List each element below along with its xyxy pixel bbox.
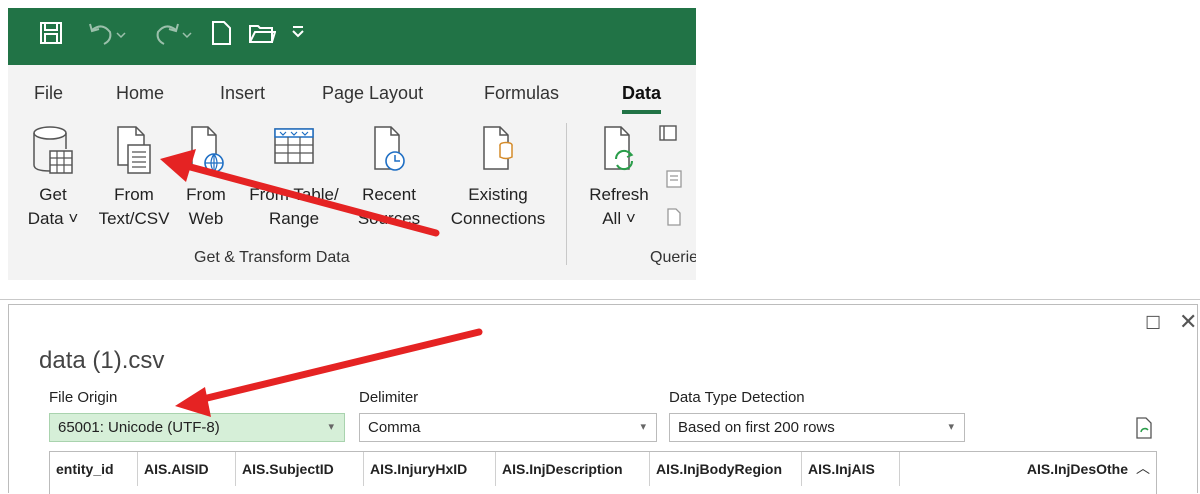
- maximize-icon[interactable]: ☐: [1145, 313, 1161, 334]
- column-header[interactable]: AIS.InjDescription: [496, 452, 650, 486]
- close-icon[interactable]: ✕: [1179, 309, 1197, 335]
- column-header[interactable]: AIS.InjAIS: [802, 452, 900, 486]
- csv-import-dialog: ☐ ✕ data (1).csv File Origin 65001: Unic…: [8, 304, 1198, 494]
- column-header[interactable]: AIS.InjDesOthe: [900, 452, 1132, 486]
- column-header[interactable]: entity_id: [50, 452, 138, 486]
- sheet-gridline: [0, 299, 1200, 300]
- data-type-detection-value: Based on first 200 rows: [678, 419, 835, 436]
- column-header[interactable]: AIS.InjBodyRegion: [650, 452, 802, 486]
- preview-table: entity_id AIS.AISID AIS.SubjectID AIS.In…: [49, 451, 1157, 494]
- data-type-detection-label: Data Type Detection: [669, 389, 805, 406]
- column-header[interactable]: AIS.SubjectID: [236, 452, 364, 486]
- red-arrow-annotation: [175, 328, 483, 417]
- red-arrow-annotation: [160, 149, 440, 237]
- column-header[interactable]: AIS.AISID: [138, 452, 236, 486]
- chevron-down-icon: ▾: [640, 421, 646, 433]
- excel-window: File Home Insert Page Layout Formulas Da…: [8, 8, 696, 280]
- column-header[interactable]: AIS.InjuryHxID: [364, 452, 496, 486]
- data-type-detection-select[interactable]: Based on first 200 rows ▾: [669, 413, 965, 442]
- chevron-down-icon: ▾: [948, 421, 954, 433]
- scroll-up-icon[interactable]: ︿: [1134, 458, 1152, 480]
- refresh-preview-icon[interactable]: [1135, 417, 1153, 444]
